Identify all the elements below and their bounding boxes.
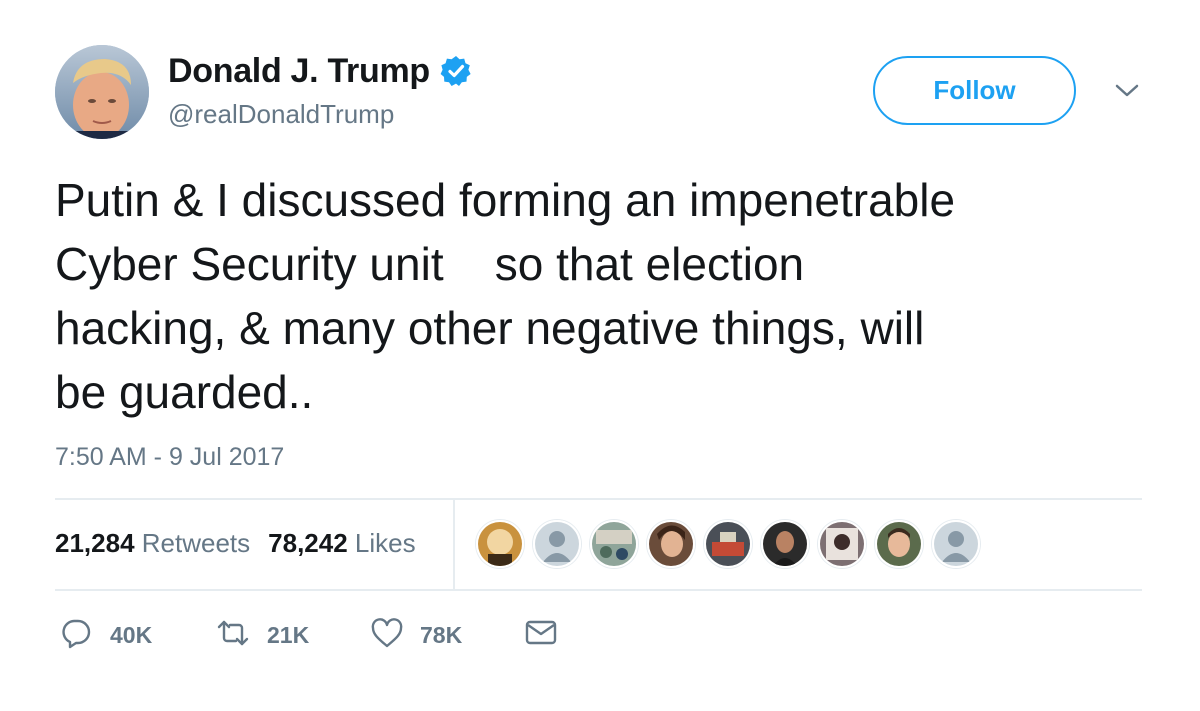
like-count: 78K: [420, 622, 463, 648]
direct-message-icon: [524, 617, 558, 652]
liker-avatar[interactable]: [533, 520, 581, 568]
likes-stat[interactable]: 78,242 Likes: [268, 528, 415, 559]
tweet-header: Donald J. Trump @realDonaldTrump Follow: [55, 45, 1155, 140]
tweet-text: Putin & I discussed forming an impenetra…: [55, 174, 956, 418]
liker-avatar[interactable]: [818, 520, 866, 568]
heart-icon: [370, 617, 404, 654]
retweet-button[interactable]: 21K: [215, 617, 309, 654]
retweet-icon: [215, 617, 251, 654]
retweets-stat[interactable]: 21,284 Retweets: [55, 528, 250, 559]
author-avatar[interactable]: [55, 45, 149, 139]
follow-button[interactable]: Follow: [873, 56, 1076, 125]
liker-avatar[interactable]: [704, 520, 752, 568]
author-display-name[interactable]: Donald J. Trump: [168, 52, 430, 91]
author-handle[interactable]: @realDonaldTrump: [168, 99, 472, 130]
retweets-label: Retweets: [141, 528, 251, 558]
verified-badge-icon: [440, 55, 472, 87]
like-button[interactable]: 78K: [370, 617, 462, 654]
divider: [55, 589, 1142, 591]
tweet-actions: 40K 21K 78K: [55, 617, 655, 657]
chevron-down-icon[interactable]: [1113, 79, 1141, 101]
direct-message-button[interactable]: [524, 617, 558, 652]
likes-label: Likes: [354, 528, 416, 558]
liker-avatar[interactable]: [932, 520, 980, 568]
author-name-block: Donald J. Trump @realDonaldTrump: [168, 49, 472, 130]
likers-avatar-list: [476, 520, 989, 568]
liker-avatar[interactable]: [590, 520, 638, 568]
liker-avatar[interactable]: [647, 520, 695, 568]
liker-avatar[interactable]: [875, 520, 923, 568]
likes-count: 78,242: [268, 528, 348, 558]
tweet-stats: 21,284 Retweets 78,242 Likes: [55, 528, 434, 559]
liker-avatar[interactable]: [476, 520, 524, 568]
divider: [55, 498, 1142, 500]
reply-icon: [60, 617, 92, 654]
reply-count: 40K: [110, 622, 153, 648]
liker-avatar[interactable]: [761, 520, 809, 568]
retweet-count: 21K: [267, 622, 310, 648]
stats-divider: [453, 500, 455, 589]
retweets-count: 21,284: [55, 528, 135, 558]
tweet-timestamp[interactable]: 7:50 AM - 9 Jul 2017: [55, 443, 284, 472]
reply-button[interactable]: 40K: [60, 617, 152, 654]
